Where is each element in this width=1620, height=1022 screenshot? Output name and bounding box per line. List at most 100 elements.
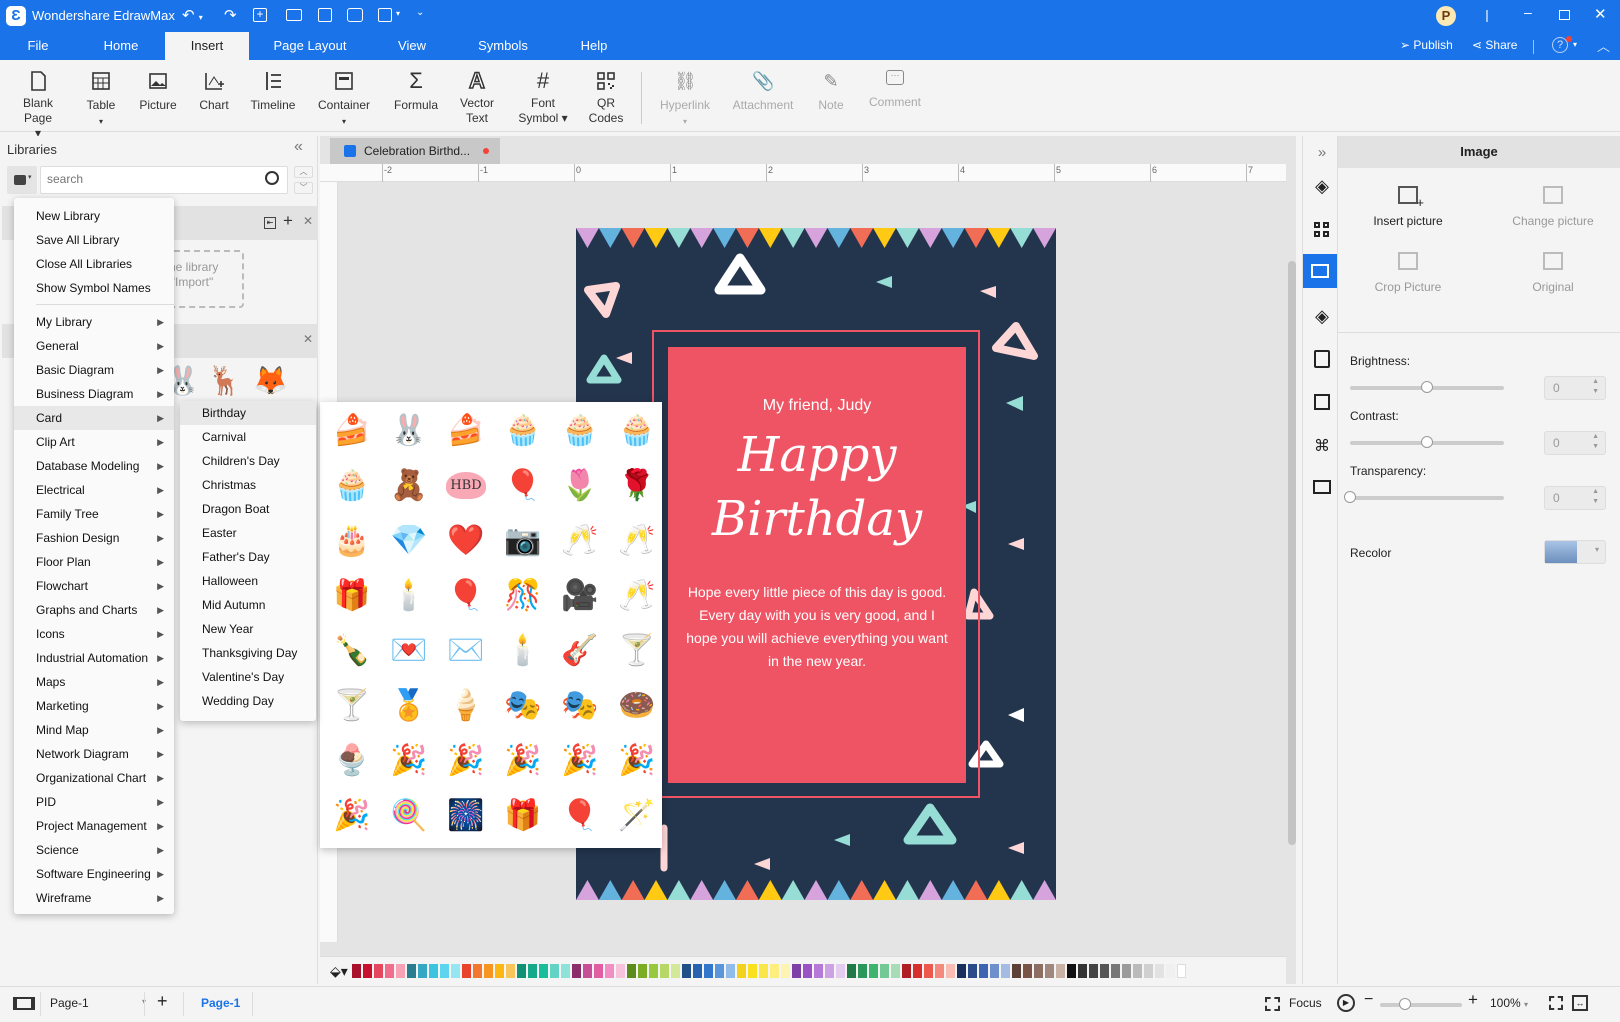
submenu-item-dragon-boat[interactable]: Dragon Boat (180, 497, 316, 521)
symbol-item[interactable]: 🎸 (560, 630, 600, 670)
color-swatch[interactable] (836, 964, 845, 978)
symbol-item[interactable]: ❤️ (446, 520, 486, 560)
library-symbol-fox[interactable]: 🦊 (253, 364, 288, 397)
color-swatch[interactable] (418, 964, 427, 978)
menu-item-save-all-library[interactable]: Save All Library (14, 228, 174, 252)
color-swatch[interactable] (825, 964, 834, 978)
brightness-input[interactable]: 0 ▲ ▼ (1544, 376, 1606, 400)
vector-text-button[interactable]: A Vector Text (457, 69, 497, 126)
add-icon[interactable]: + (283, 211, 293, 231)
submenu-item-father-s-day[interactable]: Father's Day (180, 545, 316, 569)
transparency-input[interactable]: 0 ▲ ▼ (1544, 486, 1606, 510)
color-swatch[interactable] (748, 964, 757, 978)
color-swatch[interactable] (473, 964, 482, 978)
symbol-library-icon[interactable] (1314, 394, 1330, 410)
close-icon[interactable]: ✕ (303, 332, 313, 346)
submenu-item-mid-autumn[interactable]: Mid Autumn (180, 593, 316, 617)
symbol-item[interactable]: 🎭 (560, 685, 600, 725)
color-swatch[interactable] (1045, 964, 1054, 978)
menu-item-clip-art[interactable]: Clip Art ▶ (14, 430, 174, 454)
symbol-item[interactable]: 🎈 (560, 795, 600, 835)
color-swatch[interactable] (374, 964, 383, 978)
color-swatch[interactable] (968, 964, 977, 978)
blank-page-button[interactable]: Blank Page ▾ (20, 70, 56, 141)
color-swatch[interactable] (1089, 964, 1098, 978)
layers-icon[interactable]: ◈ (1312, 306, 1332, 326)
chart-button[interactable]: Chart (197, 70, 231, 113)
transparency-slider[interactable] (1350, 496, 1504, 500)
color-swatch[interactable] (462, 964, 471, 978)
color-swatch[interactable] (616, 964, 625, 978)
menu-item-mind-map[interactable]: Mind Map ▶ (14, 718, 174, 742)
color-swatch[interactable] (506, 964, 515, 978)
color-swatch[interactable] (946, 964, 955, 978)
color-swatch[interactable] (858, 964, 867, 978)
color-swatch[interactable] (352, 964, 361, 978)
menu-item-organizational-chart[interactable]: Organizational Chart ▶ (14, 766, 174, 790)
submenu-item-halloween[interactable]: Halloween (180, 569, 316, 593)
symbol-item[interactable]: 🪄 (617, 795, 657, 835)
color-swatch[interactable] (495, 964, 504, 978)
color-swatch[interactable] (1078, 964, 1087, 978)
tab-file[interactable]: File (10, 32, 66, 60)
color-swatch[interactable] (539, 964, 548, 978)
zoom-level[interactable]: 100% ▾ (1490, 996, 1528, 1010)
menu-item-software-engineering[interactable]: Software Engineering ▶ (14, 862, 174, 886)
expand-panel-icon[interactable]: » (1312, 144, 1332, 164)
zoom-in-button[interactable]: + (1468, 990, 1478, 1010)
menu-item-project-management[interactable]: Project Management ▶ (14, 814, 174, 838)
note-button[interactable]: ✎ Note (813, 70, 849, 113)
scroll-up-button[interactable]: ︿ (294, 166, 313, 178)
help-dropdown-icon[interactable]: ▾ (1573, 40, 1577, 49)
scroll-down-button[interactable]: ﹀ (294, 182, 313, 194)
menu-item-close-all-libraries[interactable]: Close All Libraries (14, 252, 174, 276)
color-swatch[interactable] (671, 964, 680, 978)
symbol-item[interactable]: 🌷 (560, 465, 600, 505)
symbol-item[interactable]: 🏅 (389, 685, 429, 725)
comment-button[interactable]: ··· Comment (866, 70, 924, 110)
menu-item-basic-diagram[interactable]: Basic Diagram ▶ (14, 358, 174, 382)
color-swatch[interactable] (429, 964, 438, 978)
color-swatch[interactable] (1023, 964, 1032, 978)
menu-item-industrial-automation[interactable]: Industrial Automation ▶ (14, 646, 174, 670)
color-swatch[interactable] (385, 964, 394, 978)
color-swatch[interactable] (638, 964, 647, 978)
symbol-item[interactable]: 🎉 (503, 740, 543, 780)
symbol-item[interactable]: 🍰 (446, 410, 486, 450)
symbol-item[interactable]: 🕯️ (503, 630, 543, 670)
symbol-item[interactable]: 🎈 (503, 465, 543, 505)
color-swatch[interactable] (1133, 964, 1142, 978)
color-swatch[interactable] (913, 964, 922, 978)
save-icon[interactable] (318, 8, 332, 22)
menu-item-wireframe[interactable]: Wireframe ▶ (14, 886, 174, 910)
symbol-item[interactable]: 💌 (389, 630, 429, 670)
symbol-item[interactable]: ✉️ (446, 630, 486, 670)
card-inner-panel[interactable]: My friend, Judy Happy Birthday Hope ever… (668, 347, 966, 783)
symbol-item[interactable]: 🧁 (332, 465, 372, 505)
symbol-item[interactable]: 🎂 (332, 520, 372, 560)
menu-item-network-diagram[interactable]: Network Diagram ▶ (14, 742, 174, 766)
close-icon[interactable]: ✕ (303, 214, 313, 228)
color-swatch[interactable] (1155, 964, 1164, 978)
focus-mode-icon[interactable] (1265, 997, 1280, 1011)
symbol-item[interactable]: 🧁 (560, 410, 600, 450)
color-swatch[interactable] (583, 964, 592, 978)
symbol-item[interactable]: 🎁 (503, 795, 543, 835)
menu-item-new-library[interactable]: New Library (14, 204, 174, 228)
color-swatch[interactable] (440, 964, 449, 978)
zoom-slider-knob[interactable] (1398, 998, 1411, 1010)
tab-view[interactable]: View (385, 32, 439, 60)
close-button[interactable]: ✕ (1594, 5, 1607, 23)
library-symbol-deer[interactable]: 🦌 (207, 364, 242, 397)
page-select[interactable]: Page-1▾ (50, 996, 146, 1010)
color-swatch[interactable] (1056, 964, 1065, 978)
mind-map-icon[interactable]: ⌘ (1312, 436, 1332, 456)
color-swatch[interactable] (704, 964, 713, 978)
symbol-item[interactable]: 🎆 (446, 795, 486, 835)
symbol-item[interactable]: 🎉 (332, 795, 372, 835)
page-properties-icon[interactable] (1314, 350, 1330, 368)
color-swatch[interactable] (451, 964, 460, 978)
color-swatch[interactable] (1001, 964, 1010, 978)
menu-item-fashion-design[interactable]: Fashion Design ▶ (14, 526, 174, 550)
color-swatch[interactable] (1166, 964, 1175, 978)
